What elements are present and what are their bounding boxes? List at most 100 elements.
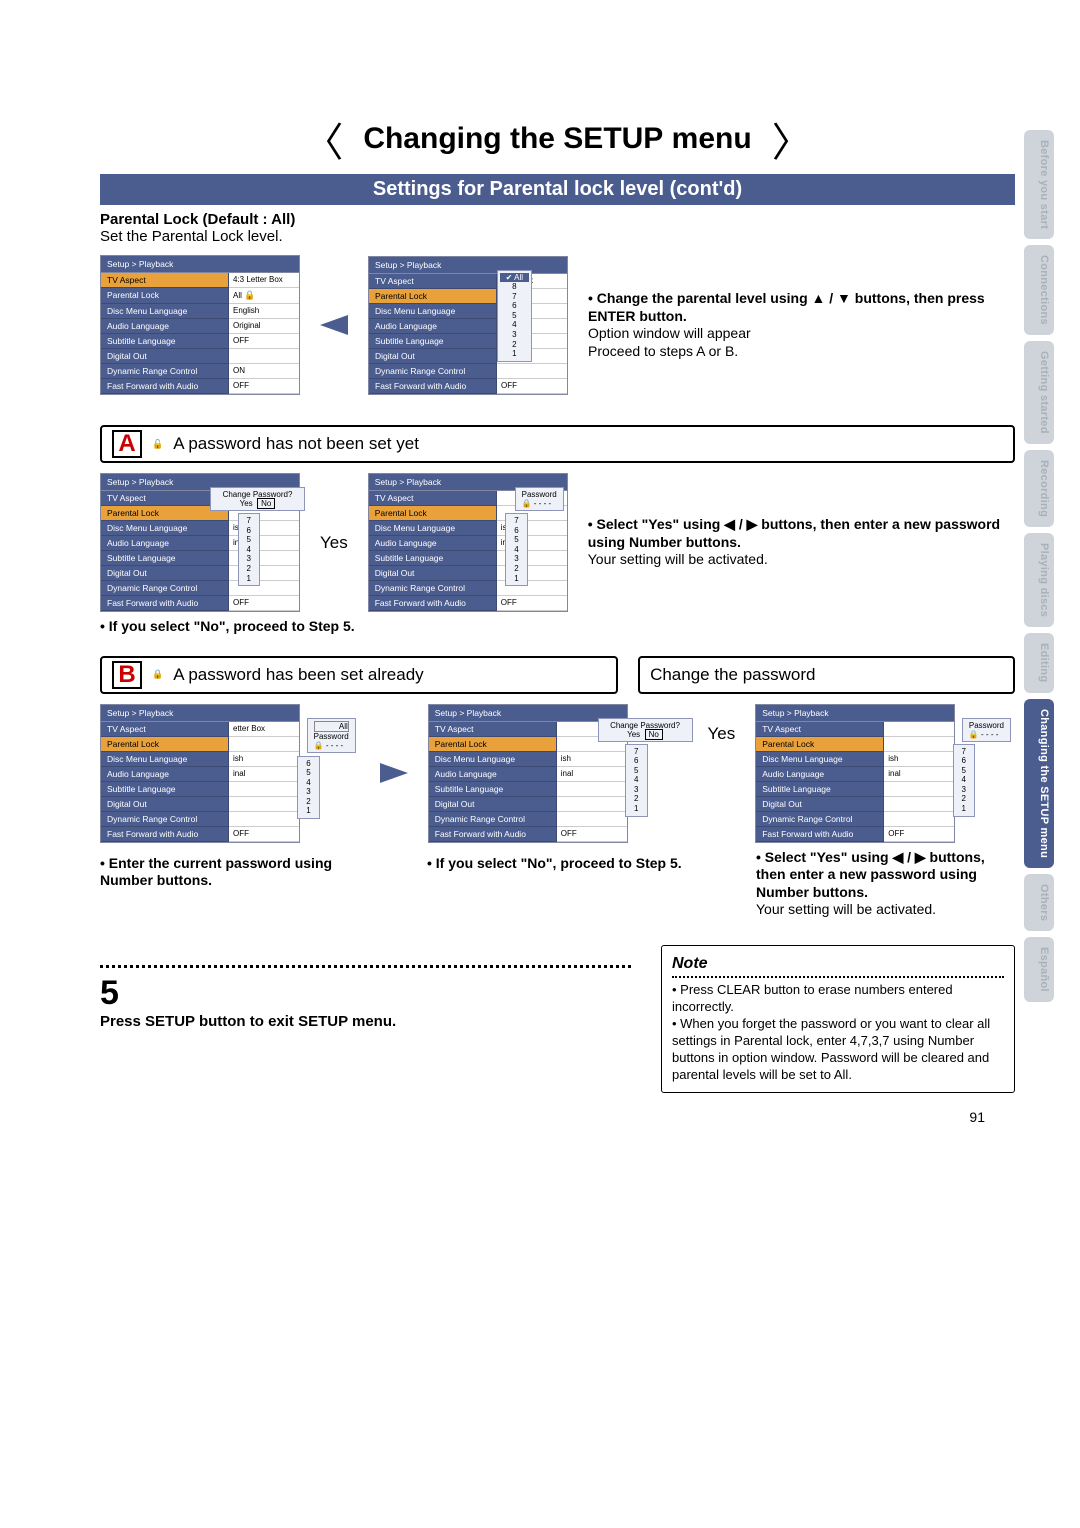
a1-k3: Audio Language: [101, 536, 229, 551]
level-dropdown[interactable]: ✔ All 8 7 6 5 4 3 2 1: [497, 270, 532, 362]
cap-b3: • Select "Yes" using ◀ / ▶ buttons, then…: [756, 849, 1015, 919]
b1-l4: 4: [300, 778, 316, 788]
sub-band: Settings for Parental lock level (cont'd…: [100, 174, 1015, 205]
instr1-t2: Proceed to steps A or B.: [588, 343, 738, 359]
rail-others[interactable]: Others: [1024, 874, 1054, 931]
b2-l2: 2: [628, 794, 644, 804]
rail-recording[interactable]: Recording: [1024, 450, 1054, 527]
a2-k4: Subtitle Language: [369, 551, 497, 566]
lvl-2[interactable]: 2: [500, 340, 529, 350]
pw-entry-a[interactable]: Password 🔒 - - - -: [515, 487, 564, 511]
b1-v5: [229, 797, 299, 812]
b1-hdr: Setup > Playback: [101, 705, 299, 722]
unlock-icon: 🔓: [152, 439, 163, 450]
pw-entry-b3[interactable]: Password 🔒 - - - -: [962, 718, 1011, 742]
t1-v3: Original: [229, 319, 299, 334]
b-col2: Setup > Playback TV Aspect Parental Lock…: [428, 704, 688, 843]
b3-pwmask: - - - -: [981, 730, 998, 739]
t1-k4: Subtitle Language: [101, 334, 229, 349]
b2-v3: inal: [557, 767, 627, 782]
rail-playing[interactable]: Playing discs: [1024, 533, 1054, 627]
lvl-6[interactable]: 6: [500, 301, 529, 311]
lvl-1[interactable]: 1: [500, 349, 529, 359]
b2-v4: [557, 782, 627, 797]
lvl-3[interactable]: 3: [500, 330, 529, 340]
note-li1: • Press CLEAR button to erase numbers en…: [672, 982, 1004, 1016]
section-b-bar: B 🔒 A password has been set already Chan…: [100, 656, 1015, 694]
page-title: Changing the SETUP menu: [363, 122, 751, 156]
b1-k3: Audio Language: [101, 767, 229, 782]
b-col1: Setup > Playback TV Aspectetter Box Pare…: [100, 704, 360, 843]
lvl-7[interactable]: 7: [500, 292, 529, 302]
a1-l6: 6: [241, 526, 257, 536]
level-dd-b2: 7 6 5 4 3 2 1: [625, 744, 647, 817]
rail-espanol[interactable]: Español: [1024, 937, 1054, 1002]
rail-editing[interactable]: Editing: [1024, 633, 1054, 692]
a2-k6: Dynamic Range Control: [369, 581, 497, 596]
cpw-no-a1[interactable]: No: [257, 498, 275, 509]
lvl-5[interactable]: 5: [500, 311, 529, 321]
arrow-right-icon: [380, 763, 408, 783]
b3-l3: 3: [956, 785, 972, 795]
a1-k7: Fast Forward with Audio: [101, 596, 229, 611]
lvl-all-t: All: [514, 273, 523, 282]
t1-v0: 4:3 Letter Box: [229, 273, 299, 288]
b3-k0: TV Aspect: [756, 722, 884, 737]
b1-v3: inal: [229, 767, 299, 782]
change-pw-dialog-b2[interactable]: Change Password? Yes No: [598, 718, 693, 742]
t2-k5: Digital Out: [369, 349, 497, 364]
t1-k1: Parental Lock: [101, 288, 229, 304]
t1-k3: Audio Language: [101, 319, 229, 334]
b2-k3: Audio Language: [429, 767, 557, 782]
note-dots: [672, 976, 1004, 978]
b1-pwmask: - - - -: [326, 741, 343, 750]
b2-v7: OFF: [557, 827, 627, 842]
b2-v2: ish: [557, 752, 627, 767]
a1-k5: Digital Out: [101, 566, 229, 581]
t2-k2: Disc Menu Language: [369, 304, 497, 319]
rail-connections[interactable]: Connections: [1024, 245, 1054, 335]
rail-before[interactable]: Before you start: [1024, 130, 1054, 239]
b2-k0: TV Aspect: [429, 722, 557, 737]
a1-k6: Dynamic Range Control: [101, 581, 229, 596]
capB3-t: Your setting will be activated.: [756, 901, 936, 917]
t1-v5: [229, 349, 299, 364]
a2-k0: TV Aspect: [369, 491, 497, 506]
arrow-left-icon: [320, 315, 348, 335]
note-title: Note: [672, 954, 1004, 975]
b3-l6: 6: [956, 756, 972, 766]
b2-l1: 1: [628, 804, 644, 814]
t1-v4: OFF: [229, 334, 299, 349]
setup-table-1-header: Setup > Playback: [101, 256, 299, 273]
a1-l5: 5: [241, 535, 257, 545]
a2-l2: 2: [508, 564, 524, 574]
cap-b2: • If you select "No", proceed to Step 5.: [427, 855, 686, 873]
a2-k7: Fast Forward with Audio: [369, 596, 497, 611]
cpw-no-b2[interactable]: No: [645, 729, 663, 740]
b2-l7: 7: [628, 747, 644, 757]
lock-closed-icon: 🔒: [152, 669, 163, 680]
lvl-8[interactable]: 8: [500, 282, 529, 292]
lead-text: Parental Lock (Default : All) Set the Pa…: [100, 211, 1015, 245]
lead-plain: Set the Parental Lock level.: [100, 228, 283, 245]
b1-k1: Parental Lock: [101, 737, 229, 752]
lvl-4[interactable]: 4: [500, 320, 529, 330]
b2-v5: [557, 797, 627, 812]
pw-entry-b1[interactable]: All Password 🔒 - - - -: [307, 718, 356, 753]
cpw-yes-b2[interactable]: Yes: [627, 730, 640, 739]
title-a: Changing the: [363, 122, 563, 155]
b3-l2: 2: [956, 794, 972, 804]
change-pw-dialog-a1[interactable]: Change Password? Yes No: [210, 487, 305, 511]
b2-v6: [557, 812, 627, 827]
title-c: menu: [663, 122, 751, 155]
lvl-all[interactable]: ✔ All: [500, 273, 529, 283]
rail-getting-started[interactable]: Getting started: [1024, 341, 1054, 444]
b3-k2: Disc Menu Language: [756, 752, 884, 767]
rail-changing-setup[interactable]: Changing the SETUP menu: [1024, 699, 1054, 868]
setup-table-2-header: Setup > Playback: [369, 257, 567, 274]
title-b: SETUP: [563, 122, 663, 155]
cpw-yes-a1[interactable]: Yes: [240, 499, 253, 508]
b1-k2: Disc Menu Language: [101, 752, 229, 767]
setup-table-b1: Setup > Playback TV Aspectetter Box Pare…: [100, 704, 300, 843]
level-dd-a1: 7 6 5 4 3 2 1: [238, 513, 260, 586]
